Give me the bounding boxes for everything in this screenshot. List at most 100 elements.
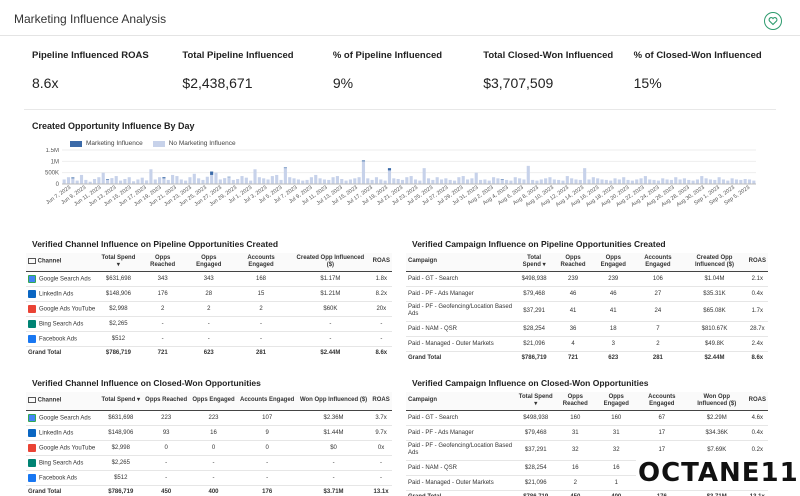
bar-no-marketing[interactable] [465,179,470,184]
bar-no-marketing[interactable] [114,176,118,184]
bar-no-marketing[interactable] [188,177,192,184]
bar-no-marketing[interactable] [357,177,361,184]
bar-no-marketing[interactable] [171,174,175,184]
bar-no-marketing[interactable] [674,177,678,184]
bar-no-marketing[interactable] [136,179,140,184]
bar-no-marketing[interactable] [743,179,747,184]
bar-no-marketing[interactable] [439,179,444,184]
table-row[interactable]: Google Search Ads $631,698 343 343 168 $1.17M… [26,271,392,287]
bar-no-marketing[interactable] [218,179,222,184]
bar-no-marketing[interactable] [583,168,587,184]
column-header[interactable]: Campaign [406,392,517,411]
bar-no-marketing[interactable] [695,179,700,184]
bar-no-marketing[interactable] [296,179,300,184]
bar-no-marketing[interactable] [418,180,422,184]
bar-no-marketing[interactable] [253,169,257,184]
bar-no-marketing[interactable] [301,180,305,184]
bar-no-marketing[interactable] [270,176,274,184]
bar-no-marketing[interactable] [344,180,348,184]
bar-no-marketing[interactable] [561,180,565,184]
bar-no-marketing[interactable] [496,178,500,184]
bar-no-marketing[interactable] [513,177,517,184]
legend-item-marketing[interactable]: Marketing Influence [70,140,143,147]
bar-no-marketing[interactable] [322,179,326,184]
bar-no-marketing[interactable] [361,161,366,184]
bar-no-marketing[interactable] [257,177,261,184]
table-row[interactable]: Paid - GT - Search $498,938 239 239 106 $1.04… [406,271,768,287]
bar-no-marketing[interactable] [105,179,110,184]
bar-no-marketing[interactable] [240,176,244,184]
bar-no-marketing[interactable] [426,178,431,184]
bar-no-marketing[interactable] [366,178,370,184]
bar-no-marketing[interactable] [661,178,665,184]
bar-no-marketing[interactable] [62,179,66,184]
bar-no-marketing[interactable] [244,177,248,184]
bar-no-marketing[interactable] [101,172,105,184]
table-row[interactable]: Paid - PF - Ads Manager $79,468 46 46 27 $35.… [406,286,768,302]
table-row[interactable]: Facebook Ads $512 - - - - - [26,331,392,347]
bar-no-marketing[interactable] [652,179,656,184]
bar-no-marketing[interactable] [717,177,721,184]
bar-no-marketing[interactable] [600,179,604,184]
bar-no-marketing[interactable] [483,179,487,184]
bar-no-marketing[interactable] [127,177,131,184]
table-row[interactable]: Bing Search Ads $2,265 - - - - - [26,316,392,332]
bar-no-marketing[interactable] [500,179,504,184]
bar-no-marketing[interactable] [630,180,634,184]
table-row[interactable]: Google Search Ads $631,698 223 223 107 $2.36M… [26,410,392,426]
bar-no-marketing[interactable] [457,177,461,184]
column-header[interactable]: ROAS [746,253,768,272]
bar-no-marketing[interactable] [75,180,79,184]
influence-by-day-chart[interactable]: 0500K1M1.5MJun 7, 2023Jun 9, 2023Jun 11,… [30,148,760,220]
bar-no-marketing[interactable] [509,180,513,184]
bar-no-marketing[interactable] [370,179,374,184]
bar-no-marketing[interactable] [305,179,309,184]
bar-no-marketing[interactable] [288,177,292,184]
bar-no-marketing[interactable] [379,179,383,184]
table-row[interactable]: Google Ads YouTube $2,998 0 0 0 $0 0x [26,440,392,456]
bar-marketing[interactable] [162,177,166,179]
bar-no-marketing[interactable] [700,176,704,184]
bar-no-marketing[interactable] [596,178,600,184]
bar-no-marketing[interactable] [335,176,339,184]
bar-no-marketing[interactable] [340,179,344,184]
bar-no-marketing[interactable] [275,174,279,184]
bar-no-marketing[interactable] [591,177,595,184]
bar-no-marketing[interactable] [535,180,539,184]
bar-no-marketing[interactable] [487,180,491,184]
bar-no-marketing[interactable] [522,179,526,184]
bar-no-marketing[interactable] [435,177,439,184]
bar-no-marketing[interactable] [353,178,357,184]
bar-no-marketing[interactable] [431,179,435,184]
bar-no-marketing[interactable] [292,178,296,184]
bar-no-marketing[interactable] [92,179,97,184]
bar-no-marketing[interactable] [669,179,673,184]
bar-no-marketing[interactable] [704,178,708,184]
bar-no-marketing[interactable] [539,179,543,184]
bar-no-marketing[interactable] [643,176,647,184]
column-header[interactable]: Accounts Engaged [231,253,291,272]
bar-marketing[interactable] [387,168,392,171]
bar-no-marketing[interactable] [544,178,548,184]
favorite-button[interactable] [764,12,782,30]
column-header[interactable]: Created Opp Influenced ($) [682,253,747,272]
bar-no-marketing[interactable] [713,179,717,184]
column-header[interactable]: Won Opp Influenced ($) [297,392,371,411]
column-header[interactable]: Won Opp Influenced ($) [686,392,747,411]
bar-no-marketing[interactable] [118,180,123,184]
bar-no-marketing[interactable] [505,179,509,184]
bar-no-marketing[interactable] [205,176,209,184]
bar-no-marketing[interactable] [622,177,626,184]
bar-no-marketing[interactable] [66,177,71,184]
column-header[interactable]: Total Spend ▾ [98,392,143,411]
bar-no-marketing[interactable] [266,179,270,184]
bar-no-marketing[interactable] [687,179,691,184]
column-header[interactable]: Accounts Engaged [633,253,683,272]
bar-no-marketing[interactable] [557,179,561,184]
bar-no-marketing[interactable] [210,174,214,184]
bar-no-marketing[interactable] [145,180,149,184]
bar-no-marketing[interactable] [374,177,379,184]
bar-no-marketing[interactable] [479,179,483,184]
column-header[interactable]: Created Opp Influenced ($) [290,253,371,272]
bar-no-marketing[interactable] [726,180,730,184]
